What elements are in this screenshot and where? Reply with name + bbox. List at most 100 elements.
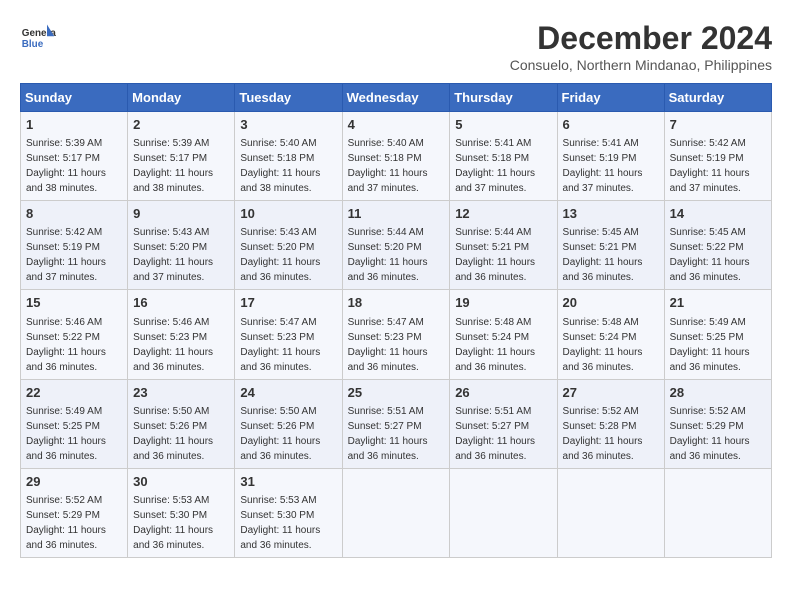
day-number: 27 <box>563 384 659 402</box>
month-title: December 2024 <box>510 20 772 57</box>
day-number: 19 <box>455 294 551 312</box>
table-row: 16 Sunrise: 5:46 AMSunset: 5:23 PMDayligh… <box>128 290 235 379</box>
table-row: 24 Sunrise: 5:50 AMSunset: 5:26 PMDayligh… <box>235 379 342 468</box>
day-info: Sunrise: 5:43 AMSunset: 5:20 PMDaylight:… <box>240 227 320 283</box>
header-day-tuesday: Tuesday <box>235 84 342 112</box>
day-info: Sunrise: 5:40 AMSunset: 5:18 PMDaylight:… <box>348 138 428 194</box>
calendar-table: SundayMondayTuesdayWednesdayThursdayFrid… <box>20 83 772 558</box>
header: General Blue December 2024 Consuelo, Nor… <box>20 20 772 73</box>
day-info: Sunrise: 5:44 AMSunset: 5:21 PMDaylight:… <box>455 227 535 283</box>
week-row-2: 8Sunrise: 5:42 AMSunset: 5:19 PMDaylight… <box>21 201 772 290</box>
table-row: 27 Sunrise: 5:52 AMSunset: 5:28 PMDayligh… <box>557 379 664 468</box>
table-row: 5 Sunrise: 5:41 AMSunset: 5:18 PMDaylight… <box>450 112 557 201</box>
day-info: Sunrise: 5:48 AMSunset: 5:24 PMDaylight:… <box>455 317 535 373</box>
table-row: 7 Sunrise: 5:42 AMSunset: 5:19 PMDaylight… <box>664 112 771 201</box>
day-info: Sunrise: 5:48 AMSunset: 5:24 PMDaylight:… <box>563 317 643 373</box>
day-info: Sunrise: 5:49 AMSunset: 5:25 PMDaylight:… <box>670 317 750 373</box>
table-row: 10 Sunrise: 5:43 AMSunset: 5:20 PMDayligh… <box>235 201 342 290</box>
table-row <box>557 468 664 557</box>
week-row-3: 15 Sunrise: 5:46 AMSunset: 5:22 PMDayligh… <box>21 290 772 379</box>
day-info: Sunrise: 5:53 AMSunset: 5:30 PMDaylight:… <box>133 495 213 551</box>
day-number: 4 <box>348 116 445 134</box>
day-number: 15 <box>26 294 122 312</box>
day-number: 20 <box>563 294 659 312</box>
day-info: Sunrise: 5:52 AMSunset: 5:28 PMDaylight:… <box>563 406 643 462</box>
title-block: December 2024 Consuelo, Northern Mindana… <box>510 20 772 73</box>
calendar-header: SundayMondayTuesdayWednesdayThursdayFrid… <box>21 84 772 112</box>
day-info: Sunrise: 5:50 AMSunset: 5:26 PMDaylight:… <box>240 406 320 462</box>
table-row: 4 Sunrise: 5:40 AMSunset: 5:18 PMDaylight… <box>342 112 450 201</box>
day-number: 14 <box>670 205 766 223</box>
day-info: Sunrise: 5:40 AMSunset: 5:18 PMDaylight:… <box>240 138 320 194</box>
day-number: 28 <box>670 384 766 402</box>
day-number: 13 <box>563 205 659 223</box>
table-row <box>342 468 450 557</box>
day-info: Sunrise: 5:39 AMSunset: 5:17 PMDaylight:… <box>133 138 213 194</box>
table-row: 18 Sunrise: 5:47 AMSunset: 5:23 PMDayligh… <box>342 290 450 379</box>
table-row: 2Sunrise: 5:39 AMSunset: 5:17 PMDaylight… <box>128 112 235 201</box>
day-number: 18 <box>348 294 445 312</box>
day-number: 29 <box>26 473 122 491</box>
day-info: Sunrise: 5:50 AMSunset: 5:26 PMDaylight:… <box>133 406 213 462</box>
table-row: 12Sunrise: 5:44 AMSunset: 5:21 PMDayligh… <box>450 201 557 290</box>
table-row: 15 Sunrise: 5:46 AMSunset: 5:22 PMDayligh… <box>21 290 128 379</box>
day-number: 7 <box>670 116 766 134</box>
day-info: Sunrise: 5:46 AMSunset: 5:22 PMDaylight:… <box>26 317 106 373</box>
header-day-saturday: Saturday <box>664 84 771 112</box>
day-info: Sunrise: 5:47 AMSunset: 5:23 PMDaylight:… <box>348 317 428 373</box>
day-info: Sunrise: 5:39 AMSunset: 5:17 PMDaylight:… <box>26 138 106 194</box>
day-number: 9 <box>133 205 229 223</box>
table-row: 13Sunrise: 5:45 AMSunset: 5:21 PMDayligh… <box>557 201 664 290</box>
table-row: 14 Sunrise: 5:45 AMSunset: 5:22 PMDayligh… <box>664 201 771 290</box>
day-number: 24 <box>240 384 336 402</box>
table-row: 9 Sunrise: 5:43 AMSunset: 5:20 PMDaylight… <box>128 201 235 290</box>
day-number: 3 <box>240 116 336 134</box>
table-row: 17Sunrise: 5:47 AMSunset: 5:23 PMDayligh… <box>235 290 342 379</box>
table-row: 29Sunrise: 5:52 AMSunset: 5:29 PMDayligh… <box>21 468 128 557</box>
day-number: 25 <box>348 384 445 402</box>
table-row: 3 Sunrise: 5:40 AMSunset: 5:18 PMDaylight… <box>235 112 342 201</box>
day-number: 11 <box>348 205 445 223</box>
day-number: 30 <box>133 473 229 491</box>
day-info: Sunrise: 5:42 AMSunset: 5:19 PMDaylight:… <box>670 138 750 194</box>
day-info: Sunrise: 5:52 AMSunset: 5:29 PMDaylight:… <box>670 406 750 462</box>
location-subtitle: Consuelo, Northern Mindanao, Philippines <box>510 57 772 73</box>
week-row-5: 29Sunrise: 5:52 AMSunset: 5:29 PMDayligh… <box>21 468 772 557</box>
header-row: SundayMondayTuesdayWednesdayThursdayFrid… <box>21 84 772 112</box>
day-info: Sunrise: 5:45 AMSunset: 5:22 PMDaylight:… <box>670 227 750 283</box>
day-number: 21 <box>670 294 766 312</box>
day-info: Sunrise: 5:49 AMSunset: 5:25 PMDaylight:… <box>26 406 106 462</box>
day-number: 31 <box>240 473 336 491</box>
day-info: Sunrise: 5:41 AMSunset: 5:18 PMDaylight:… <box>455 138 535 194</box>
header-day-sunday: Sunday <box>21 84 128 112</box>
table-row: 28 Sunrise: 5:52 AMSunset: 5:29 PMDayligh… <box>664 379 771 468</box>
day-number: 10 <box>240 205 336 223</box>
day-number: 5 <box>455 116 551 134</box>
day-number: 23 <box>133 384 229 402</box>
day-info: Sunrise: 5:47 AMSunset: 5:23 PMDaylight:… <box>240 317 320 373</box>
svg-text:Blue: Blue <box>22 39 44 50</box>
day-info: Sunrise: 5:46 AMSunset: 5:23 PMDaylight:… <box>133 317 213 373</box>
day-info: Sunrise: 5:44 AMSunset: 5:20 PMDaylight:… <box>348 227 428 283</box>
header-day-thursday: Thursday <box>450 84 557 112</box>
week-row-4: 22 Sunrise: 5:49 AMSunset: 5:25 PMDayligh… <box>21 379 772 468</box>
day-number: 8 <box>26 205 122 223</box>
week-row-1: 1 Sunrise: 5:39 AMSunset: 5:17 PMDaylight… <box>21 112 772 201</box>
day-number: 16 <box>133 294 229 312</box>
table-row: 1 Sunrise: 5:39 AMSunset: 5:17 PMDaylight… <box>21 112 128 201</box>
table-row <box>664 468 771 557</box>
header-day-friday: Friday <box>557 84 664 112</box>
header-day-wednesday: Wednesday <box>342 84 450 112</box>
header-day-monday: Monday <box>128 84 235 112</box>
table-row: 19 Sunrise: 5:48 AMSunset: 5:24 PMDayligh… <box>450 290 557 379</box>
day-number: 26 <box>455 384 551 402</box>
day-info: Sunrise: 5:51 AMSunset: 5:27 PMDaylight:… <box>348 406 428 462</box>
day-number: 22 <box>26 384 122 402</box>
day-info: Sunrise: 5:51 AMSunset: 5:27 PMDaylight:… <box>455 406 535 462</box>
table-row: 20 Sunrise: 5:48 AMSunset: 5:24 PMDayligh… <box>557 290 664 379</box>
day-info: Sunrise: 5:43 AMSunset: 5:20 PMDaylight:… <box>133 227 213 283</box>
day-number: 1 <box>26 116 122 134</box>
table-row: 31Sunrise: 5:53 AMSunset: 5:30 PMDayligh… <box>235 468 342 557</box>
table-row: 22 Sunrise: 5:49 AMSunset: 5:25 PMDayligh… <box>21 379 128 468</box>
table-row: 11 Sunrise: 5:44 AMSunset: 5:20 PMDayligh… <box>342 201 450 290</box>
